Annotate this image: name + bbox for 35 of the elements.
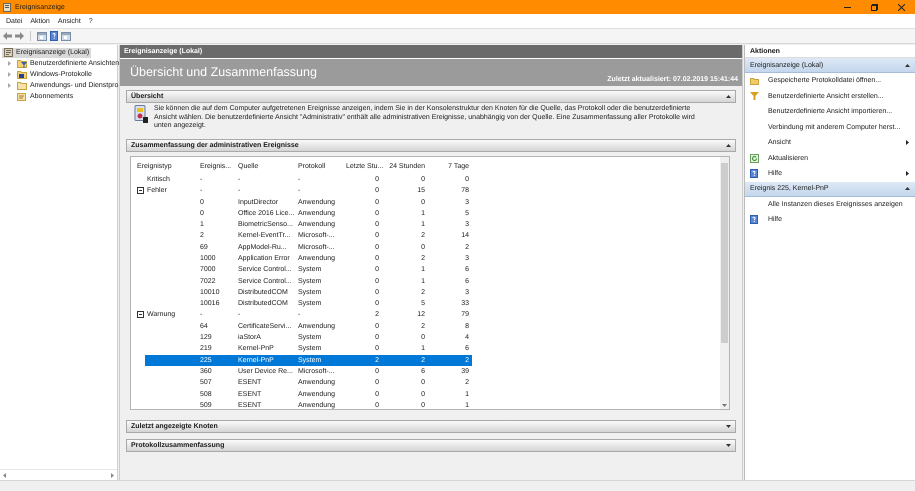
- collapse-toggle-icon[interactable]: [137, 187, 144, 194]
- collapse-caret-icon[interactable]: [726, 144, 731, 147]
- window-icon[interactable]: [37, 32, 47, 40]
- submenu-arrow-icon[interactable]: [906, 171, 909, 176]
- collapse-caret-icon[interactable]: [726, 95, 731, 98]
- close-icon[interactable]: [898, 4, 905, 10]
- log-viewer-icon: [4, 48, 13, 57]
- expand-caret-icon[interactable]: [726, 444, 731, 447]
- forward-arrow-icon[interactable]: [15, 32, 24, 40]
- app-icon: [3, 2, 11, 12]
- subscription-icon: [17, 92, 27, 101]
- window-icon[interactable]: [61, 32, 71, 40]
- vertical-scrollbar[interactable]: [720, 156, 729, 409]
- open-folder-icon: [750, 76, 759, 85]
- help-icon[interactable]: [50, 31, 58, 41]
- event-log-icon: [134, 105, 148, 123]
- help-icon: [750, 215, 758, 224]
- expand-caret-icon[interactable]: [726, 424, 731, 428]
- back-arrow-icon[interactable]: [3, 32, 12, 40]
- submenu-arrow-icon[interactable]: [906, 140, 909, 146]
- filter-folder-icon: [17, 59, 27, 68]
- scroll-down-icon[interactable]: [722, 404, 727, 407]
- help-icon: [750, 169, 758, 178]
- maximize-icon[interactable]: [871, 4, 878, 10]
- scroll-left-icon[interactable]: [3, 472, 6, 478]
- refresh-icon: [750, 154, 759, 163]
- scrollbar-thumb[interactable]: [721, 162, 728, 343]
- scroll-right-icon[interactable]: [111, 472, 114, 478]
- collapse-caret-icon[interactable]: [905, 187, 910, 190]
- log-folder-icon: [17, 70, 27, 79]
- folder-icon: [17, 81, 27, 90]
- page-title: Übersicht und Zusammenfassung: [130, 65, 317, 80]
- collapse-caret-icon[interactable]: [905, 64, 910, 66]
- filter-icon: [750, 92, 759, 100]
- collapse-toggle-icon[interactable]: [137, 311, 144, 318]
